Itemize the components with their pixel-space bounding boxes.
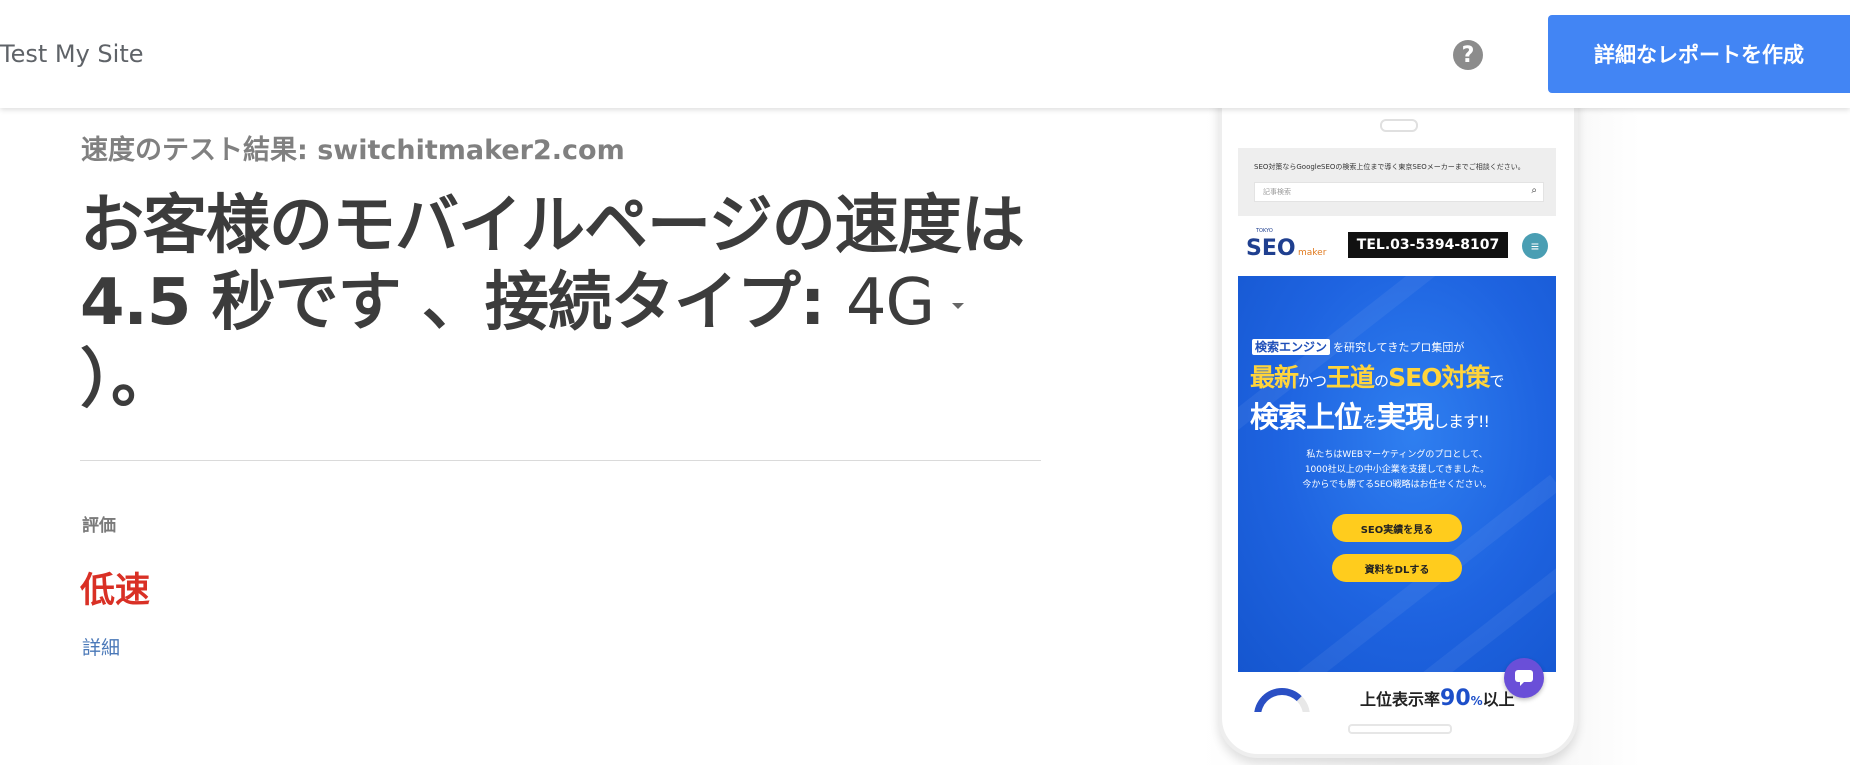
hero-word: SEO対策: [1388, 363, 1490, 392]
hero-line-1: 検索エンジン を研究してきたプロ集団が: [1252, 338, 1464, 355]
logo-sub-text: maker: [1298, 248, 1327, 258]
chat-bubble-icon: [1504, 658, 1544, 698]
connection-type-select[interactable]: 4G: [845, 266, 965, 340]
magnifier-icon: ⌕: [1531, 185, 1537, 196]
hero-line-2: 最新かつ王道のSEO対策で: [1250, 358, 1504, 394]
preview-notice-text: SEO対策ならGoogleSEOの検索上位まで導く東京SEOメーカーまでご相談く…: [1254, 163, 1525, 171]
preview-download-button: 資料をDLする: [1332, 554, 1462, 582]
preview-tel: TEL.03-5394-8107: [1348, 232, 1508, 258]
connection-type-value: 4G: [845, 266, 935, 340]
phone-mockup: SEO対策ならGoogleSEOの検索上位まで導く東京SEOメーカーまでご相談く…: [1218, 60, 1578, 758]
rank-prefix: 上位表示率: [1360, 690, 1441, 709]
chevron-down-icon[interactable]: [952, 303, 965, 310]
preview-search-field: 記事検索 ⌕: [1254, 182, 1544, 202]
speed-rating: 低速: [80, 571, 151, 611]
hero-desc-line: 今からでも勝てるSEO戦略はお任せください。: [1302, 480, 1492, 490]
rank-unit: %: [1470, 694, 1483, 708]
seo-maker-logo: TOKYO SEO maker: [1246, 228, 1327, 260]
hero-desc-line: 私たちはWEBマーケティングのプロとして、: [1306, 450, 1488, 460]
hero-word: 最新: [1250, 363, 1299, 392]
speed-headline: お客様のモバイルページの速度は 4.5 秒です 、接続タイプ: 4G）。: [80, 188, 1040, 419]
hero-word: します!!: [1433, 412, 1490, 431]
hero-word: 王道: [1326, 363, 1375, 392]
phone-home-indicator: [1348, 724, 1452, 734]
hero-line-3: 検索上位を実現します!!: [1250, 394, 1490, 436]
page-preview-screen: SEO対策ならGoogleSEOの検索上位まで導く東京SEOメーカーまでご相談く…: [1238, 148, 1556, 712]
headline-end: ）。: [80, 343, 175, 417]
hero-description: 私たちはWEBマーケティングのプロとして、 1000社以上の中小企業を支援してき…: [1238, 448, 1556, 493]
logo-small-text: TOKYO: [1255, 228, 1273, 234]
chat-glyph: [1515, 670, 1533, 686]
hero-tag: 検索エンジン: [1252, 339, 1331, 355]
hero-word: かつ: [1298, 372, 1327, 390]
preview-notice-bar: SEO対策ならGoogleSEOの検索上位まで導く東京SEOメーカーまでご相談く…: [1238, 148, 1556, 216]
menu-circle-icon: ≡: [1522, 233, 1548, 259]
rank-text: 上位表示率90%以上: [1360, 686, 1515, 711]
details-link[interactable]: 詳細: [82, 633, 120, 660]
app-title[interactable]: Test My Site: [0, 40, 144, 68]
hero-word: で: [1489, 372, 1504, 390]
preview-results-button: SEO実績を見る: [1332, 514, 1462, 542]
preview-search-placeholder: 記事検索: [1263, 188, 1291, 196]
evaluation-label: 評価: [82, 516, 116, 536]
help-circle-icon[interactable]: ?: [1453, 40, 1483, 70]
rank-ring-graphic: [1254, 688, 1310, 712]
rank-value: 90: [1440, 686, 1471, 711]
help-glyph: ?: [1461, 42, 1475, 68]
hero-word: 実現: [1377, 400, 1434, 434]
hero-word: 検索上位: [1250, 400, 1363, 434]
logo-text: SEO: [1246, 236, 1296, 260]
test-result-subtitle: 速度のテスト結果: switchitmaker2.com: [81, 135, 625, 166]
preview-hero-banner: 検索エンジン を研究してきたプロ集団が 最新かつ王道のSEO対策で 検索上位を実現…: [1238, 276, 1556, 672]
hero-line-1-text: を研究してきたプロ集団が: [1333, 341, 1465, 354]
hero-word: を: [1362, 412, 1378, 431]
hero-desc-line: 1000社以上の中小企業を支援してきました。: [1304, 465, 1490, 475]
top-app-bar: Test My Site ? 詳細なレポートを作成: [0, 0, 1850, 108]
phone-speaker: [1380, 119, 1418, 132]
create-report-button[interactable]: 詳細なレポートを作成: [1548, 15, 1850, 93]
hero-word: の: [1374, 372, 1389, 390]
section-divider: [80, 460, 1041, 461]
